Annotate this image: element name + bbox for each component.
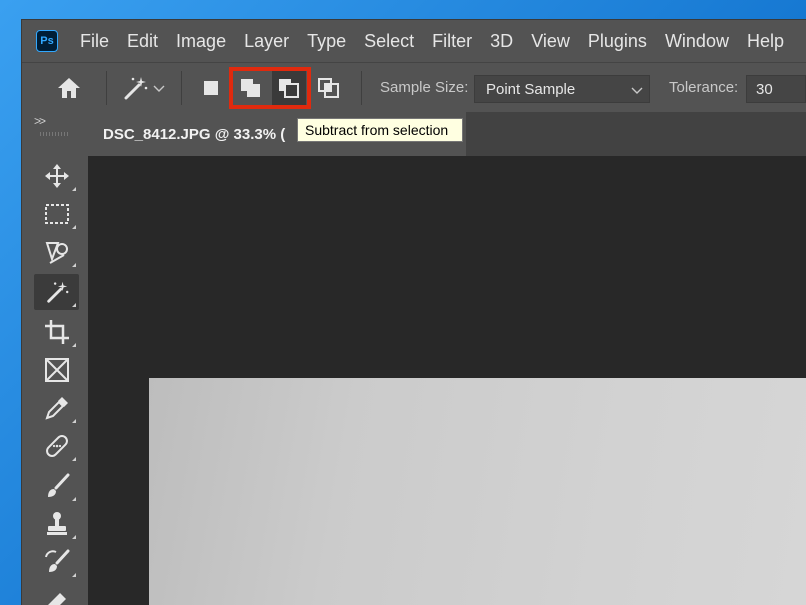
sample-size-label: Sample Size:: [380, 79, 469, 96]
menu-bar: Ps File Edit Image Layer Type Select Fil…: [22, 20, 806, 62]
chevron-down-icon: [631, 87, 643, 94]
collapse-panel-icon[interactable]: >>: [34, 114, 46, 128]
eyedropper-icon: [44, 397, 68, 420]
tool-flyout-indicator: [72, 535, 76, 539]
tool-flyout-indicator: [72, 343, 76, 347]
menu-layer[interactable]: Layer: [244, 31, 289, 52]
tooltip-text: Subtract from selection: [305, 122, 449, 138]
options-divider: [181, 71, 182, 105]
panel-grip[interactable]: [40, 132, 70, 136]
options-divider: [361, 71, 362, 105]
eraser-tool[interactable]: [34, 582, 79, 605]
sample-size-dropdown[interactable]: Point Sample: [474, 75, 650, 103]
marquee-tool[interactable]: [34, 196, 79, 232]
magic-wand-icon: [124, 77, 148, 100]
brush-tool[interactable]: [34, 468, 79, 504]
tools-panel: >>: [22, 112, 88, 605]
subtract-from-selection-icon: [279, 79, 299, 98]
new-selection-button[interactable]: [194, 71, 228, 105]
photoshop-window: Ps File Edit Image Layer Type Select Fil…: [22, 20, 806, 605]
tool-flyout-indicator: [72, 419, 76, 423]
move-tool[interactable]: [34, 158, 79, 194]
tolerance-input[interactable]: 30: [746, 75, 806, 103]
home-icon: [58, 78, 80, 98]
tool-flyout-indicator: [72, 303, 76, 307]
canvas-area[interactable]: [88, 156, 806, 605]
options-divider: [106, 71, 107, 105]
tooltip: Subtract from selection: [297, 118, 464, 142]
move-icon: [44, 164, 69, 188]
photoshop-logo[interactable]: Ps: [36, 30, 58, 52]
tool-flyout-indicator: [72, 497, 76, 501]
document-image[interactable]: [149, 378, 806, 605]
rectangular-marquee-icon: [44, 204, 69, 224]
home-button[interactable]: [52, 71, 86, 105]
intersect-with-selection-button[interactable]: [312, 71, 346, 105]
menu-3d[interactable]: 3D: [490, 31, 513, 52]
menu-filter[interactable]: Filter: [432, 31, 472, 52]
sample-size-value: Point Sample: [486, 80, 576, 98]
menu-help[interactable]: Help: [747, 31, 784, 52]
add-to-selection-button[interactable]: [234, 71, 268, 105]
magic-wand-icon: [46, 281, 68, 303]
object-selection-tool[interactable]: [34, 234, 79, 270]
document-tab-title: DSC_8412.JPG @ 33.3% (: [103, 125, 286, 143]
tool-flyout-indicator: [72, 573, 76, 577]
healing-brush-tool[interactable]: [34, 428, 79, 464]
crop-icon: [44, 320, 69, 344]
brush-icon: [47, 473, 69, 497]
tool-flyout-indicator: [72, 457, 76, 461]
frame-icon: [44, 358, 69, 382]
menu-image[interactable]: Image: [176, 31, 226, 52]
magic-wand-tool[interactable]: [34, 274, 79, 310]
tolerance-label: Tolerance:: [669, 79, 739, 96]
menu-plugins[interactable]: Plugins: [588, 31, 647, 52]
menu-view[interactable]: View: [531, 31, 570, 52]
tool-flyout-indicator: [72, 263, 76, 267]
crop-tool[interactable]: [34, 314, 79, 350]
history-brush-tool[interactable]: [34, 544, 79, 580]
menu-window[interactable]: Window: [665, 31, 729, 52]
eraser-icon: [47, 593, 66, 605]
menu-file[interactable]: File: [80, 31, 109, 52]
object-selection-icon: [45, 242, 68, 264]
new-selection-icon: [204, 81, 218, 95]
frame-tool[interactable]: [34, 352, 79, 388]
menu-edit[interactable]: Edit: [127, 31, 158, 52]
tool-preset-picker[interactable]: [114, 71, 172, 105]
add-to-selection-icon: [241, 79, 260, 97]
subtract-from-selection-button[interactable]: [272, 71, 306, 105]
tool-flyout-indicator: [72, 187, 76, 191]
menu-select[interactable]: Select: [364, 31, 414, 52]
history-brush-icon: [44, 549, 69, 572]
intersect-selection-icon: [318, 78, 339, 98]
eyedropper-tool[interactable]: [34, 390, 79, 426]
chevron-down-icon: [153, 85, 165, 92]
menu-type[interactable]: Type: [307, 31, 346, 52]
bandage-icon: [45, 435, 68, 457]
options-bar: Sample Size: Point Sample Tolerance: 30: [22, 62, 806, 113]
tool-flyout-indicator: [72, 225, 76, 229]
clone-stamp-tool[interactable]: [34, 506, 79, 542]
stamp-icon: [46, 512, 67, 535]
